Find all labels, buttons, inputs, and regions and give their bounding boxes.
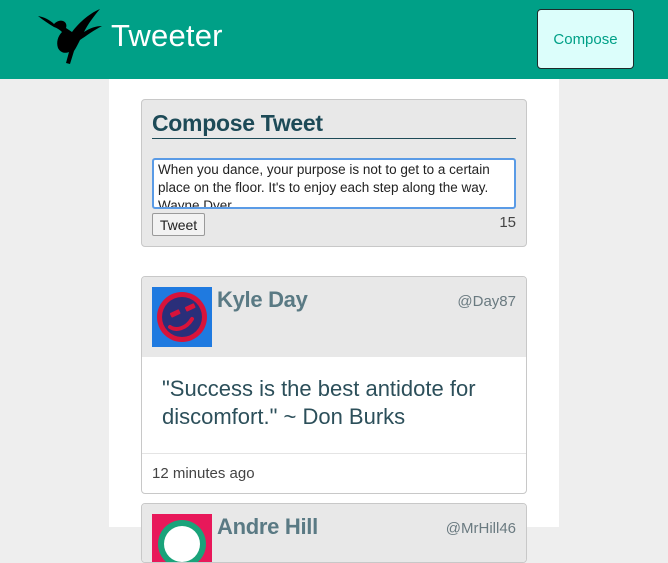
tweet-submit-button[interactable]: Tweet — [152, 213, 205, 236]
tweet-text-input[interactable]: When you dance, your purpose is not to g… — [152, 158, 516, 209]
tweet-header: Andre Hill @MrHill46 — [142, 504, 526, 562]
tweet-card: Andre Hill @MrHill46 — [141, 503, 527, 563]
tweet-content: "Success is the best antidote for discom… — [162, 376, 476, 429]
app-title: Tweeter — [111, 18, 223, 53]
hummingbird-icon — [38, 9, 102, 64]
tweet-card: Kyle Day @Day87 "Success is the best ant… — [141, 276, 527, 494]
tweet-author-handle: @MrHill46 — [445, 520, 516, 537]
compose-divider — [152, 138, 516, 139]
tweet-author-name: Andre Hill — [217, 514, 318, 539]
tweet-timestamp: 12 minutes ago — [152, 465, 255, 482]
compose-panel: Compose Tweet When you dance, your purpo… — [141, 99, 527, 247]
tweet-author-name: Kyle Day — [217, 287, 308, 312]
avatar-icon — [152, 514, 212, 562]
smiley-avatar-icon — [152, 287, 212, 347]
tweet-header: Kyle Day @Day87 — [142, 277, 526, 357]
tweet-author-handle: @Day87 — [457, 293, 516, 310]
char-counter: 15 — [499, 214, 516, 231]
top-nav-bar: Tweeter Compose — [0, 0, 668, 79]
tweet-footer-divider — [142, 453, 526, 454]
compose-heading: Compose Tweet — [152, 110, 323, 136]
compose-button[interactable]: Compose — [537, 9, 634, 69]
